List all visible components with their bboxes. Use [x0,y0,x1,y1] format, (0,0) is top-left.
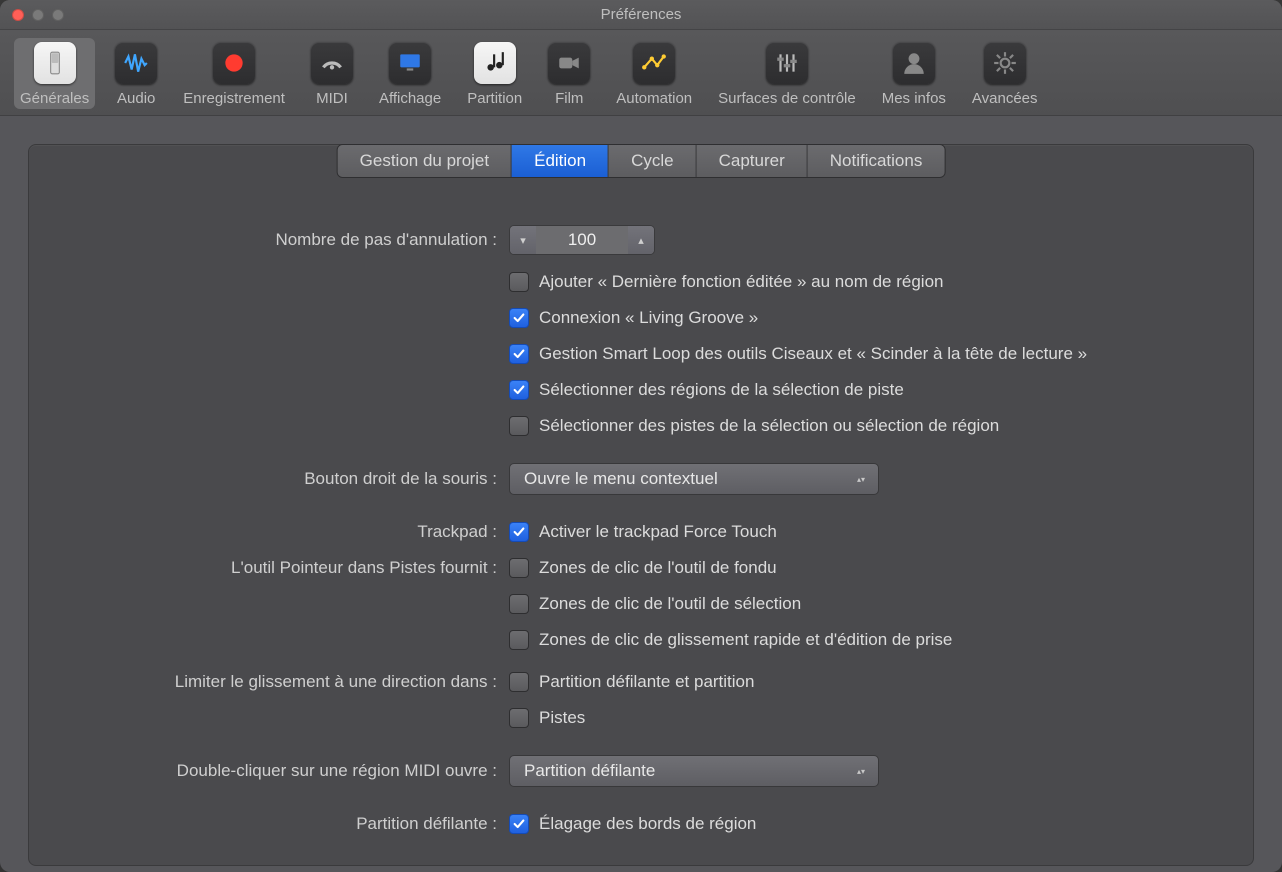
content-area: Gestion du projetÉditionCycleCapturerNot… [0,116,1282,866]
quick-swipe-zones-checkbox[interactable] [509,630,529,650]
double-click-label: Double-cliquer sur une région MIDI ouvre… [69,761,509,781]
smart-loop-checkbox[interactable] [509,344,529,364]
switch-icon [34,42,76,84]
automation-icon [633,42,675,84]
toolbar-item-film[interactable]: Film [542,38,596,109]
piano-roll-label: Partition défilante : [69,814,509,834]
limit-drag-label: Limiter le glissement à une direction da… [69,672,509,692]
tracks-checkbox[interactable] [509,708,529,728]
toolbar: Générales Audio Enregistrement MIDI Affichag… [0,30,1282,116]
toolbar-item-surfaces[interactable]: Surfaces de contrôle [712,38,862,109]
tab-notifications[interactable]: Notifications [808,145,945,177]
record-icon [213,42,255,84]
select-zones-checkbox[interactable] [509,594,529,614]
toolbar-item-label: Partition [467,90,522,107]
fade-zones-checkbox[interactable] [509,558,529,578]
double-click-select[interactable]: Partition défilante ▴▾ [509,755,879,787]
fade-zones-label: Zones de clic de l'outil de fondu [539,558,777,578]
trim-edges-checkbox[interactable] [509,814,529,834]
force-touch-checkbox[interactable] [509,522,529,542]
toolbar-item-partition[interactable]: Partition [461,38,528,109]
settings-form: Nombre de pas d'annulation : ▾ 100 ▴ [29,205,1253,865]
toolbar-item-label: Enregistrement [183,90,285,107]
select-zones-label: Zones de clic de l'outil de sélection [539,594,801,614]
trackpad-label: Trackpad : [69,522,509,542]
camera-icon [548,42,590,84]
toolbar-item-label: Film [555,90,583,107]
spinner-increment[interactable]: ▴ [628,226,654,254]
living-groove-checkbox[interactable] [509,308,529,328]
monitor-icon [389,42,431,84]
force-touch-label: Activer le trackpad Force Touch [539,522,777,542]
toolbar-item-affichage[interactable]: Affichage [373,38,447,109]
toolbar-item-avancees[interactable]: Avancées [966,38,1044,109]
select-tracks-label: Sélectionner des pistes de la sélection … [539,416,999,436]
toolbar-item-label: Audio [117,90,155,107]
toolbar-item-label: Générales [20,90,89,107]
toolbar-item-mesinfos[interactable]: Mes infos [876,38,952,109]
toolbar-item-automation[interactable]: Automation [610,38,698,109]
toolbar-item-midi[interactable]: MIDI [305,38,359,109]
double-click-value: Partition défilante [524,761,655,781]
dial-icon [311,42,353,84]
select-tracks-checkbox[interactable] [509,416,529,436]
trim-edges-label: Élagage des bords de région [539,814,756,834]
tab-gestion-du-projet[interactable]: Gestion du projet [338,145,512,177]
select-arrows-icon: ▴▾ [854,469,868,489]
gear-icon [984,42,1026,84]
select-regions-checkbox[interactable] [509,380,529,400]
toolbar-item-label: Avancées [972,90,1038,107]
score-icon [474,42,516,84]
add-last-edited-checkbox[interactable] [509,272,529,292]
undo-steps-label: Nombre de pas d'annulation : [69,230,509,250]
smart-loop-label: Gestion Smart Loop des outils Ciseaux et… [539,344,1087,364]
right-click-select[interactable]: Ouvre le menu contextuel ▴▾ [509,463,879,495]
toolbar-item-label: Surfaces de contrôle [718,90,856,107]
waveform-icon [115,42,157,84]
tracks-label: Pistes [539,708,585,728]
select-regions-label: Sélectionner des régions de la sélection… [539,380,904,400]
tab-cycle[interactable]: Cycle [609,145,697,177]
toolbar-item-audio[interactable]: Audio [109,38,163,109]
select-arrows-icon: ▴▾ [854,761,868,781]
right-click-value: Ouvre le menu contextuel [524,469,718,489]
piano-roll-score-checkbox[interactable] [509,672,529,692]
person-icon [893,42,935,84]
toolbar-item-label: Automation [616,90,692,107]
pointer-tool-label: L'outil Pointeur dans Pistes fournit : [69,558,509,578]
toolbar-item-enregistrement[interactable]: Enregistrement [177,38,291,109]
settings-panel: Nombre de pas d'annulation : ▾ 100 ▴ [28,144,1254,866]
spinner-decrement[interactable]: ▾ [510,226,536,254]
toolbar-item-label: MIDI [316,90,348,107]
add-last-edited-label: Ajouter « Dernière fonction éditée » au … [539,272,943,292]
toolbar-item-label: Affichage [379,90,441,107]
tab--dition[interactable]: Édition [512,145,609,177]
preferences-window: Préférences Générales Audio Enregistrement… [0,0,1282,872]
piano-roll-score-label: Partition défilante et partition [539,672,754,692]
living-groove-label: Connexion « Living Groove » [539,308,758,328]
toolbar-item-label: Mes infos [882,90,946,107]
titlebar: Préférences [0,0,1282,30]
quick-swipe-zones-label: Zones de clic de glissement rapide et d'… [539,630,952,650]
toolbar-item-generales[interactable]: Générales [14,38,95,109]
tab-capturer[interactable]: Capturer [697,145,808,177]
undo-steps-value: 100 [536,230,628,250]
window-title: Préférences [0,6,1282,23]
right-click-label: Bouton droit de la souris : [69,469,509,489]
sliders-icon [766,42,808,84]
sub-tabs: Gestion du projetÉditionCycleCapturerNot… [337,144,946,178]
undo-steps-spinner[interactable]: ▾ 100 ▴ [509,225,655,255]
